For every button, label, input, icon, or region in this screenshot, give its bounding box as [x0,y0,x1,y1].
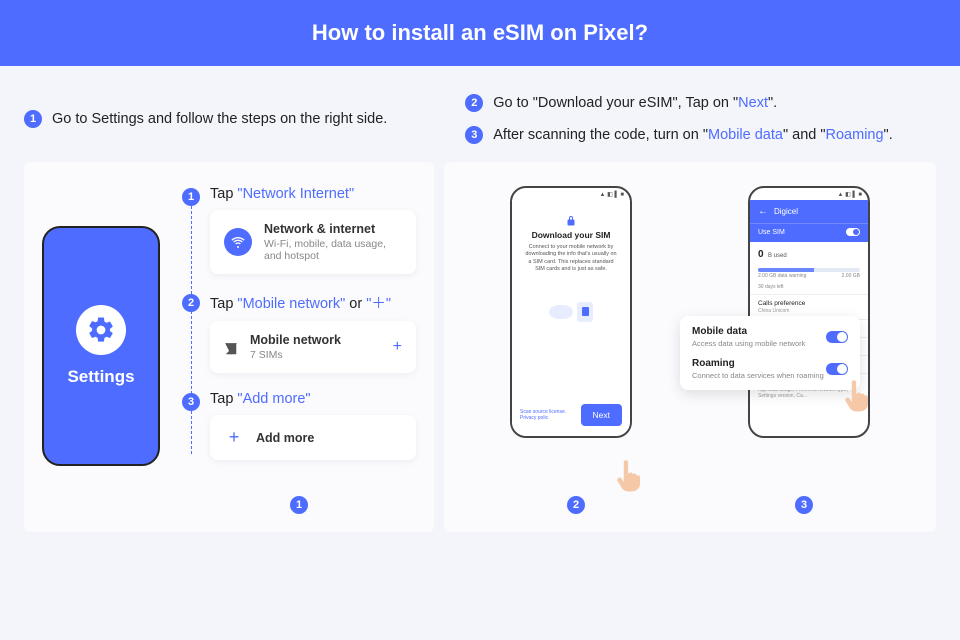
mobile-data-row[interactable]: Mobile data Access data using mobile net… [692,326,848,348]
plus-icon[interactable]: + [393,338,402,356]
mobile-network-card[interactable]: Mobile network 7 SIMs + [210,321,416,373]
download-sim-desc: Connect to your mobile network by downlo… [524,244,618,274]
carrier-header: ← Digicel [750,200,868,223]
panel-left: Settings 1 Tap "Network Internet" Netwo [24,162,434,532]
step-1: 1 Tap "Network Internet" Network & inter… [182,186,416,274]
step-1-label: Tap "Network Internet" [210,186,416,202]
step-2-label: Tap "Mobile network" or "＋" [210,292,416,313]
signal-icon [224,342,238,352]
instruction-1: 1 Go to Settings and follow the steps on… [24,94,425,144]
step-badge-1: 1 [24,110,42,128]
wifi-icon [224,228,252,256]
step-3: 3 Tap "Add more" + Add more [182,391,416,460]
settings-label: Settings [67,367,134,387]
next-button[interactable]: Next [581,404,622,426]
mobile-data-label: Mobile data [692,326,805,337]
cloud-icon [549,305,573,319]
step-2-badge: 2 [182,294,200,312]
step-3-label: Tap "Add more" [210,391,416,407]
step-badge-3: 3 [465,126,483,144]
lock-icon [565,214,577,226]
network-internet-card[interactable]: Network & internet Wi-Fi, mobile, data u… [210,210,416,274]
instruction-2-text: Go to "Download your eSIM", Tap on "Next… [493,95,777,111]
statusbar: ▲ ◧ ▌ ■ [512,188,630,200]
highlight-mobile-data: Mobile data [708,127,783,143]
card-mobile-sub: 7 SIMs [250,349,341,361]
download-sim-title: Download your SIM [520,230,622,240]
toggle-callout-card: Mobile data Access data using mobile net… [680,316,860,390]
top-instructions: 1 Go to Settings and follow the steps on… [0,66,960,162]
plus-icon: + [224,427,244,448]
panel-footer-badge-1: 1 [290,496,308,514]
use-sim-toggle[interactable] [846,228,860,236]
sim-illustration [520,302,622,322]
step-3-badge: 3 [182,393,200,411]
steps-list: 1 Tap "Network Internet" Network & inter… [182,186,416,514]
gear-icon [76,305,126,355]
statusbar: ▲ ◧ ▌ ■ [750,188,868,200]
instruction-3: 3 After scanning the code, turn on "Mobi… [465,126,936,144]
right-phones: ▲ ◧ ▌ ■ Download your SIM Connect to you… [462,186,918,474]
settings-phone-mock: Settings [42,186,160,514]
phone-mock-2: ▲ ◧ ▌ ■ Download your SIM Connect to you… [510,186,632,438]
mobile-data-toggle[interactable] [826,331,848,343]
card-mobile-title: Mobile network [250,333,341,347]
step-1-badge: 1 [182,188,200,206]
roaming-row[interactable]: Roaming Connect to data services when ro… [692,358,848,380]
sim-icon [577,302,593,322]
card-network-sub: Wi-Fi, mobile, data usage, and hotspot [264,238,402,262]
add-more-card[interactable]: + Add more [210,415,416,460]
panel-footer-badge-2: 2 [567,496,585,514]
usage-bar-labels: 2.00 GB data warning 2.00 GB [750,272,868,283]
panel-right-footer: 2 3 [462,496,918,514]
scan-link[interactable]: Scan source license. Privacy polic [520,409,581,421]
use-sim-label: Use SIM [758,229,785,236]
hand-pointer-icon [838,374,878,414]
step-badge-2: 2 [465,94,483,112]
instruction-3-text: After scanning the code, turn on "Mobile… [493,127,892,143]
data-used: 0 B used [750,242,868,266]
page-header: How to install an eSIM on Pixel? [0,0,960,66]
instruction-1-text: Go to Settings and follow the steps on t… [52,111,387,127]
panels: Settings 1 Tap "Network Internet" Netwo [0,162,960,532]
highlight-next: Next [738,95,768,111]
panel-footer-badge-3: 3 [795,496,813,514]
back-icon[interactable]: ← [758,206,768,217]
step-2: 2 Tap "Mobile network" or "＋" Mobile net… [182,292,416,373]
card-addmore-title: Add more [256,431,314,445]
use-sim-row[interactable]: Use SIM [750,223,868,242]
panel-right: ▲ ◧ ▌ ■ Download your SIM Connect to you… [444,162,936,532]
phone-frame: Settings [42,226,160,466]
roaming-label: Roaming [692,358,824,369]
instruction-2: 2 Go to "Download your eSIM", Tap on "Ne… [465,94,936,112]
card-network-title: Network & internet [264,222,402,236]
page-title: How to install an eSIM on Pixel? [312,20,648,46]
highlight-roaming: Roaming [826,127,884,143]
mobile-data-sub: Access data using mobile network [692,339,805,348]
hand-pointer-icon [610,454,650,494]
phone-mock-2-wrap: ▲ ◧ ▌ ■ Download your SIM Connect to you… [510,186,632,474]
carrier-name: Digicel [774,207,798,216]
roaming-sub: Connect to data services when roaming [692,371,824,380]
